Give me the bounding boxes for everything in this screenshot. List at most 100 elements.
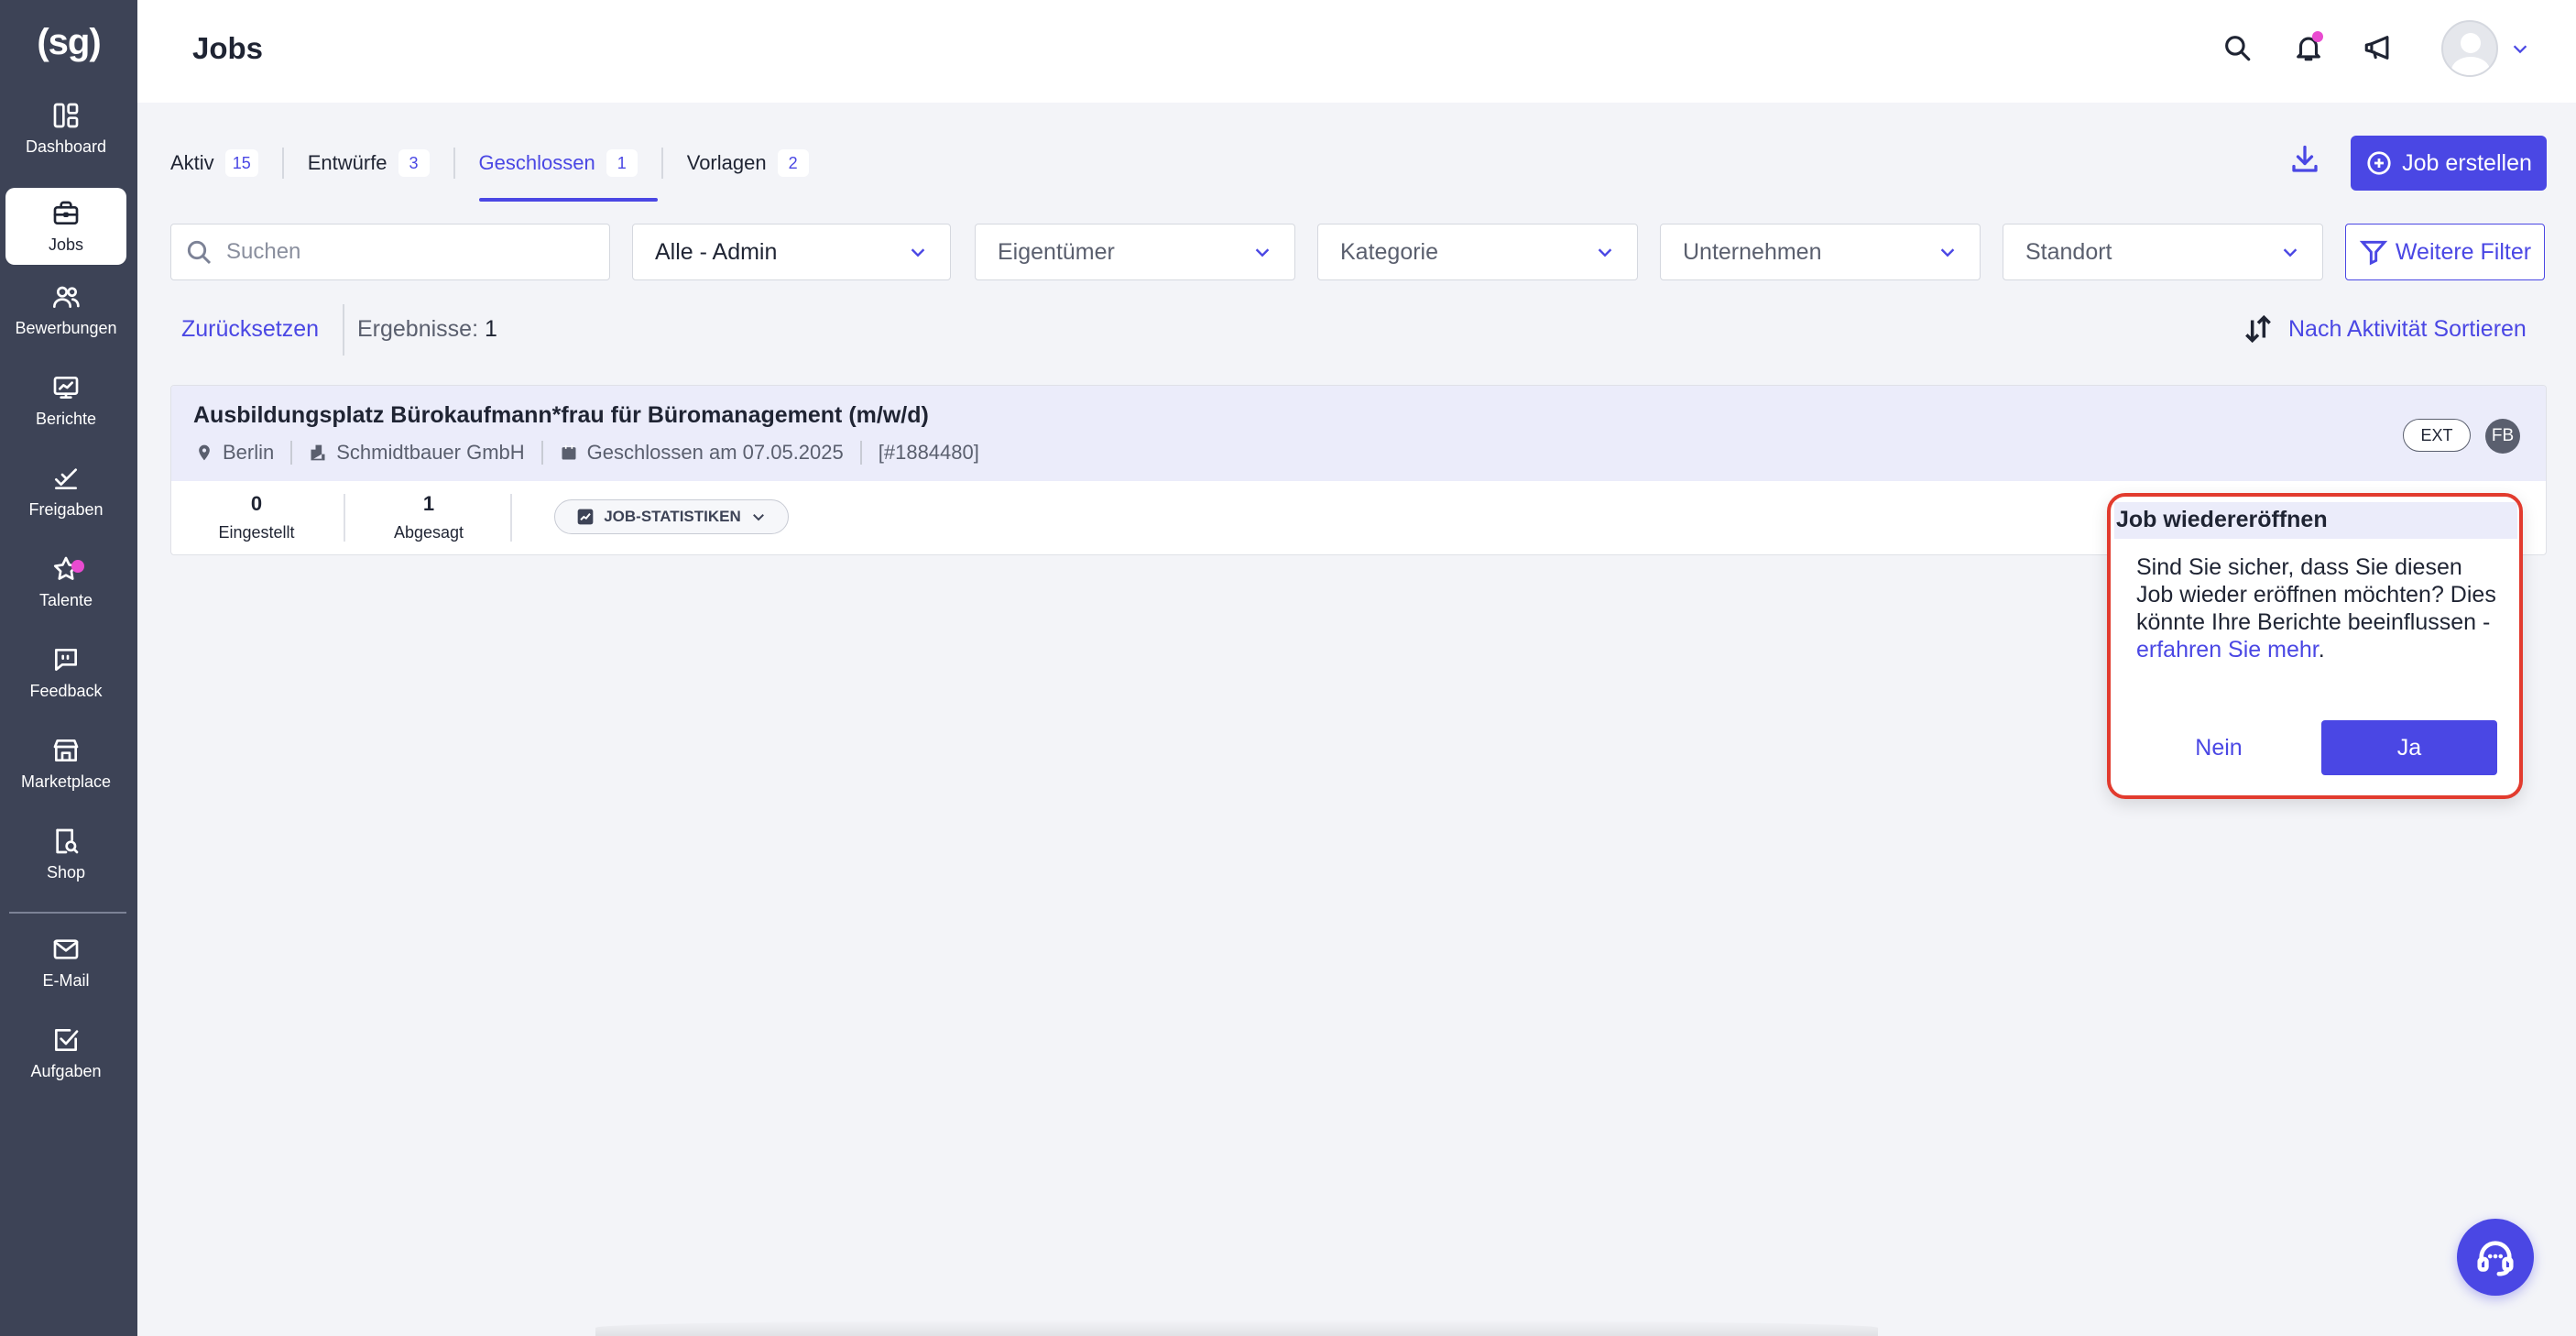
bottom-shadow bbox=[595, 1320, 1878, 1336]
job-meta: Berlin Schmidtbauer GmbH Geschlossen am … bbox=[195, 441, 979, 465]
results-count: Ergebnisse: 1 bbox=[357, 316, 497, 343]
company-filter-select[interactable]: Unternehmen bbox=[1660, 224, 1981, 280]
owner-avatar[interactable]: FB bbox=[2485, 419, 2520, 454]
sidebar-item-label: Berichte bbox=[35, 409, 97, 428]
search-button[interactable] bbox=[2219, 29, 2255, 66]
tab-divider bbox=[660, 148, 663, 179]
search-field bbox=[170, 224, 610, 280]
tab-label: Vorlagen bbox=[686, 151, 767, 174]
tab-label: Geschlossen bbox=[478, 151, 595, 174]
logo-text: (sg) bbox=[37, 21, 101, 62]
building-icon bbox=[311, 444, 325, 461]
approval-icon bbox=[55, 467, 77, 489]
sidebar-item-bewerbungen[interactable]: Bewerbungen bbox=[5, 271, 126, 348]
sidebar-item-jobs[interactable]: Jobs bbox=[5, 188, 126, 265]
mail-icon bbox=[53, 938, 79, 959]
more-filters-label: Weitere Filter bbox=[2395, 238, 2532, 265]
select-placeholder: Eigentümer bbox=[998, 238, 1115, 265]
chevron-down-icon bbox=[1940, 248, 1955, 257]
briefcase-icon bbox=[53, 201, 79, 224]
more-filters-button[interactable]: Weitere Filter bbox=[2345, 224, 2545, 280]
learn-more-link[interactable]: erfahren Sie mehr bbox=[2136, 637, 2319, 663]
calendar-icon bbox=[562, 444, 576, 460]
job-location-text: Berlin bbox=[223, 441, 275, 464]
sidebar-item-label: Aufgaben bbox=[30, 1061, 102, 1080]
sidebar: (sg) Dashboard Jobs Bewerbungen Berichte… bbox=[0, 0, 137, 1336]
chevron-down-icon bbox=[2283, 248, 2298, 257]
store-icon bbox=[53, 739, 79, 761]
top-header: Jobs bbox=[137, 0, 2576, 103]
sidebar-item-freigaben[interactable]: Freigaben bbox=[5, 453, 126, 530]
user-menu-toggle[interactable] bbox=[2510, 38, 2530, 59]
admin-filter-select[interactable]: Alle - Admin bbox=[632, 224, 951, 280]
megaphone-icon bbox=[2364, 36, 2389, 60]
job-location: Berlin bbox=[195, 441, 274, 465]
sidebar-item-label: Dashboard bbox=[25, 137, 107, 156]
funnel-icon bbox=[2359, 240, 2388, 266]
sidebar-item-feedback[interactable]: Feedback bbox=[5, 634, 126, 711]
select-placeholder: Kategorie bbox=[1340, 238, 1439, 265]
tab-vorlagen[interactable]: Vorlagen 2 bbox=[687, 143, 809, 183]
location-filter-select[interactable]: Standort bbox=[2003, 224, 2323, 280]
select-placeholder: Standort bbox=[2025, 238, 2112, 265]
tab-count-badge: 15 bbox=[224, 149, 258, 177]
headset-icon bbox=[2477, 1241, 2514, 1276]
stat-value: 0 bbox=[250, 492, 263, 515]
tab-count-badge: 1 bbox=[606, 149, 638, 177]
user-avatar[interactable] bbox=[2441, 20, 2498, 77]
feedback-icon bbox=[55, 648, 77, 671]
tab-label: Aktiv bbox=[170, 151, 214, 174]
tab-count-badge: 2 bbox=[777, 149, 809, 177]
users-icon bbox=[53, 286, 80, 308]
page-title: Jobs bbox=[192, 31, 264, 65]
support-chat-button[interactable] bbox=[2457, 1219, 2534, 1296]
job-title[interactable]: Ausbildungsplatz Bürokaufmann*frau für B… bbox=[193, 402, 929, 429]
chevron-down-icon bbox=[1255, 248, 1270, 257]
job-company-text: Schmidtbauer GmbH bbox=[336, 441, 525, 464]
tab-divider bbox=[281, 148, 284, 179]
chart-icon bbox=[577, 509, 594, 525]
job-closed-text: Geschlossen am 07.05.2025 bbox=[586, 441, 844, 464]
announcements-button[interactable] bbox=[2360, 29, 2396, 66]
dashboard-icon bbox=[53, 103, 79, 127]
category-filter-select[interactable]: Kategorie bbox=[1317, 224, 1638, 280]
select-value: Alle - Admin bbox=[655, 238, 778, 265]
reset-filters-link[interactable]: Zurücksetzen bbox=[181, 316, 319, 343]
sidebar-item-shop[interactable]: Shop bbox=[5, 816, 126, 892]
sidebar-item-talente[interactable]: Talente bbox=[5, 543, 126, 620]
export-button[interactable] bbox=[2288, 143, 2325, 180]
job-statistics-dropdown[interactable]: JOB-STATISTIKEN bbox=[554, 499, 789, 534]
confirm-button[interactable]: Ja bbox=[2321, 720, 2497, 775]
sort-by-activity-button[interactable]: Nach Aktivität Sortieren bbox=[2243, 312, 2527, 346]
sidebar-item-aufgaben[interactable]: Aufgaben bbox=[5, 1014, 126, 1091]
sort-arrows-icon bbox=[2245, 314, 2271, 344]
reopen-job-popover: Job wiedereröffnen Sind Sie sicher, dass… bbox=[2107, 493, 2523, 799]
tab-geschlossen[interactable]: Geschlossen 1 bbox=[478, 143, 658, 202]
create-job-button[interactable]: Job erstellen bbox=[2351, 136, 2547, 191]
sidebar-item-label: Marketplace bbox=[20, 772, 112, 791]
sidebar-item-berichte[interactable]: Berichte bbox=[5, 362, 126, 439]
meta-divider bbox=[290, 441, 293, 465]
sidebar-item-email[interactable]: E-Mail bbox=[5, 924, 126, 1001]
create-job-label: Job erstellen bbox=[2402, 149, 2532, 176]
job-status-tabs: Aktiv 15 Entwürfe 3 Geschlossen 1 Vorlag… bbox=[170, 143, 833, 202]
popover-message: Sind Sie sicher, dass Sie diesen Job wie… bbox=[2136, 553, 2503, 663]
notifications-button[interactable] bbox=[2290, 29, 2327, 66]
location-pin-icon bbox=[199, 444, 210, 461]
shop-search-icon bbox=[56, 828, 79, 853]
search-input[interactable] bbox=[226, 239, 574, 265]
download-icon bbox=[2292, 145, 2318, 172]
sidebar-item-label: Freigaben bbox=[28, 499, 104, 519]
owner-filter-select[interactable]: Eigentümer bbox=[975, 224, 1295, 280]
sidebar-item-marketplace[interactable]: Marketplace bbox=[5, 725, 126, 802]
cancel-button[interactable]: Nein bbox=[2164, 720, 2274, 775]
search-icon bbox=[2225, 36, 2251, 61]
sidebar-item-label: Bewerbungen bbox=[15, 318, 117, 337]
sidebar-item-dashboard[interactable]: Dashboard bbox=[5, 90, 126, 167]
avatar-head bbox=[2461, 33, 2481, 53]
chevron-down-icon bbox=[911, 248, 925, 257]
tab-entwuerfe[interactable]: Entwürfe 3 bbox=[308, 143, 430, 183]
tab-aktiv[interactable]: Aktiv 15 bbox=[170, 143, 258, 183]
job-company: Schmidtbauer GmbH bbox=[309, 441, 525, 465]
app-logo[interactable]: (sg) bbox=[0, 11, 137, 73]
